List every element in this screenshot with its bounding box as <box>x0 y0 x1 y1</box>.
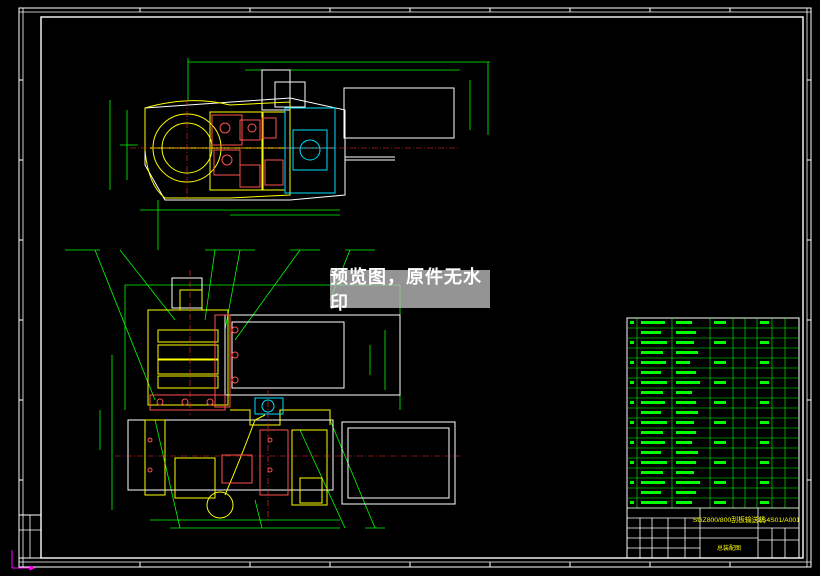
watermark-overlay: 预览图，原件无水印 <box>330 267 490 314</box>
top-view-assembly <box>109 58 490 250</box>
drawing-number: 1S4S01/A001 <box>758 517 800 524</box>
drawing-name: SGZ800/800刮板输送机 <box>693 515 766 524</box>
parts-list-table: SGZ800/800刮板输送机 1S4S01/A001 总装配图 <box>626 317 800 559</box>
drawing-label: 总装配图 <box>717 544 741 552</box>
